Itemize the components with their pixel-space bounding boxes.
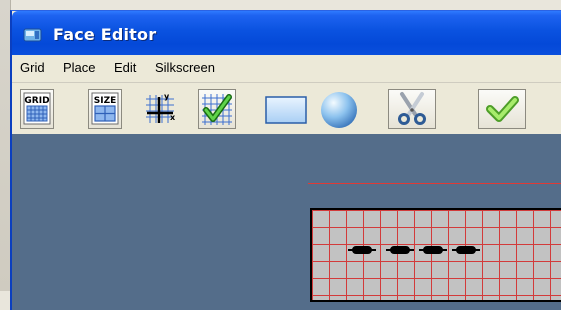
circle-icon [321, 92, 357, 128]
menu-grid[interactable]: Grid [20, 60, 45, 75]
title-bar[interactable]: Face Editor [12, 11, 561, 55]
grid-icon: GRID [23, 92, 51, 125]
pad[interactable] [386, 246, 414, 254]
accept-button[interactable] [478, 89, 526, 129]
grid-check-icon [202, 94, 232, 125]
checkmark-icon [486, 96, 519, 122]
red-guide-line [308, 183, 561, 184]
axis-grid-icon: y x [146, 92, 176, 123]
menu-place[interactable]: Place [63, 60, 96, 75]
circle-button[interactable] [316, 89, 364, 129]
axis-x-label: x [170, 113, 176, 122]
size-icon: SIZE [91, 92, 119, 125]
scissors-icon [398, 92, 426, 125]
cut-button[interactable] [388, 89, 436, 129]
axis-button[interactable]: y x [142, 89, 178, 129]
pad[interactable] [452, 246, 480, 254]
toolbar: GRID SIZE y x [12, 83, 561, 135]
size-button[interactable]: SIZE [88, 89, 122, 129]
menu-bar: Grid Place Edit Silkscreen [12, 55, 561, 83]
rectangle-button[interactable] [262, 89, 310, 129]
pad[interactable] [419, 246, 447, 254]
axis-y-label: y [164, 92, 170, 101]
face-board-grid[interactable] [310, 208, 561, 302]
window-title: Face Editor [53, 25, 157, 44]
check-grid-button[interactable] [198, 89, 236, 129]
rectangle-icon [265, 96, 307, 124]
menu-edit[interactable]: Edit [114, 60, 136, 75]
pad[interactable] [348, 246, 376, 254]
app-icon [23, 28, 42, 42]
menu-silkscreen[interactable]: Silkscreen [155, 60, 215, 75]
grid-button[interactable]: GRID [20, 89, 54, 129]
size-label: SIZE [94, 96, 117, 106]
grid-label: GRID [24, 96, 49, 106]
